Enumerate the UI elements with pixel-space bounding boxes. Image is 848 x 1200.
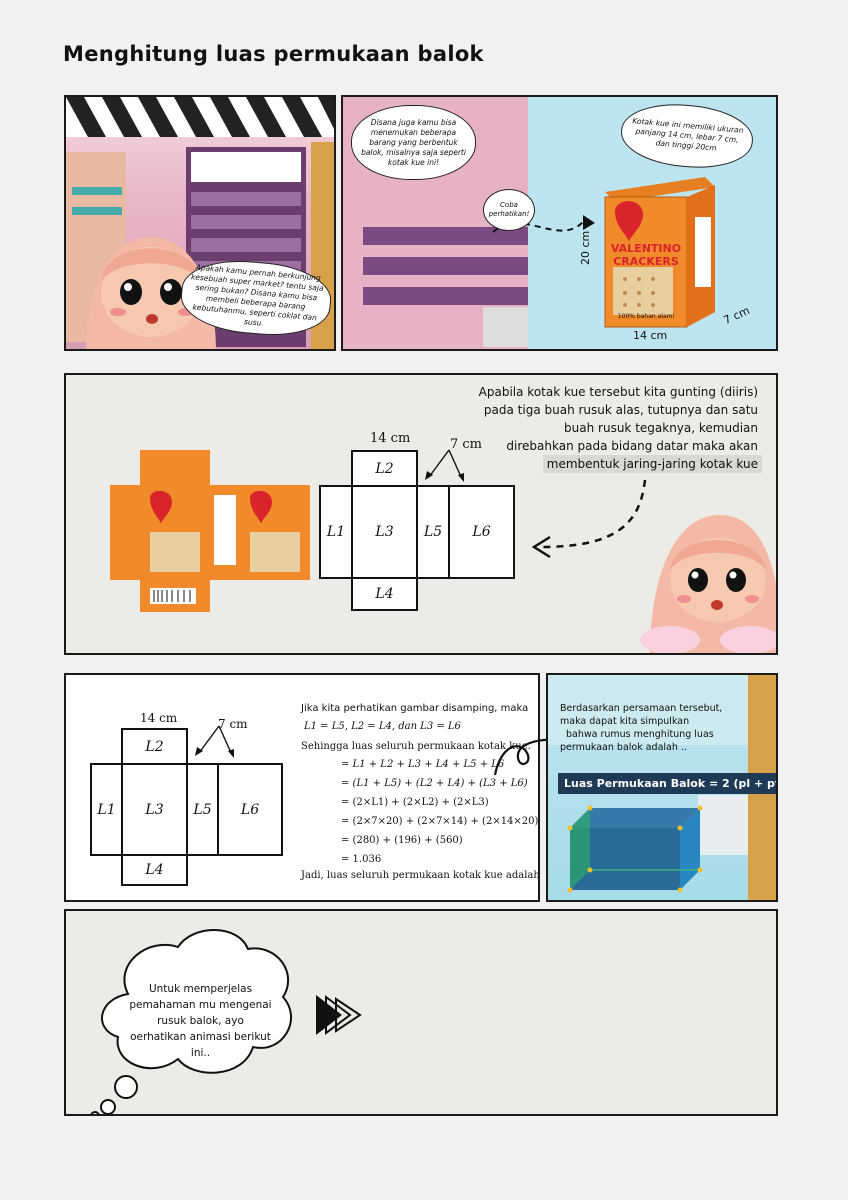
- net-length-label: 14 cm: [370, 431, 411, 446]
- net-length-label: 14 cm: [140, 711, 178, 725]
- net-face-L2: L2: [351, 450, 418, 487]
- surface-area-formula: Luas Permukaan Balok = 2 (pl + pt + lt): [558, 773, 776, 794]
- net-face-L1: L1: [319, 485, 353, 579]
- net-face-L1: L1: [90, 763, 123, 856]
- comic-panel-4: 14 cm 7 cm L2 L1 L3 L5 L6 L4 Jika kita p…: [64, 673, 540, 902]
- calc-step-6: = 1.036: [341, 854, 382, 865]
- comic-panel-2: VALENTINO CRACKERS 100% bahan alami Disa…: [341, 95, 778, 351]
- conclusion-line-3: bahwa rumus menghitung luas: [566, 729, 714, 740]
- box-brand-line-1: VALENTINO: [610, 242, 682, 255]
- explanation-line-2: pada tiga buah rusuk alas, tutupnya dan …: [483, 403, 758, 417]
- box-brand-line-2: CRACKERS: [613, 255, 679, 268]
- calc-step-3: = (2×L1) + (2×L2) + (2×L3): [341, 797, 489, 808]
- net-face-L4: L4: [121, 854, 188, 886]
- conclusion-line-2: maka dapat kita simpulkan: [560, 716, 690, 727]
- calc-step-1: = L1 + L2 + L3 + L4 + L5 + L6: [341, 759, 505, 770]
- calc-conclusion: Jadi, luas seluruh permukaan kotak kue a…: [301, 870, 540, 881]
- net-face-L3: L3: [121, 763, 188, 856]
- calc-step-4: = (2×7×20) + (2×7×14) + (2×14×20): [341, 816, 539, 827]
- pointer-arrows: [425, 449, 464, 482]
- calc-intro: Jika kita perhatikan gambar disamping, m…: [301, 703, 529, 714]
- thought-bubble-text: Untuk memperjelas pemahaman mu mengenai …: [129, 983, 272, 1059]
- girl-pointing-illustration: [531, 479, 776, 653]
- net-face-L6: L6: [448, 485, 515, 579]
- net-face-L5: L5: [186, 763, 219, 856]
- dimension-height-label: 20 cm: [579, 230, 592, 265]
- comic-panel-3: 14 cm 7 cm L2 L1 L3 L5 L6 L4 Apabila kot…: [64, 373, 778, 655]
- calc-relation: L1 = L5, L2 = L4, dan L3 = L6: [304, 721, 461, 732]
- play-arrows-icon[interactable]: [314, 993, 364, 1037]
- comic-panel-6: Untuk memperjelas pemahaman mu mengenai …: [64, 909, 778, 1116]
- pointer-arrows: [195, 725, 234, 758]
- speech-bubble-top: Disana juga kamu bisa menemukan beberapa…: [351, 105, 476, 180]
- comic-panel-5: Berdasarkan persamaan tersebut, maka dap…: [546, 673, 778, 902]
- unfolded-box-illustration: [110, 450, 310, 612]
- calc-step-5: = (280) + (196) + (560): [341, 835, 463, 846]
- speech-bubble-small: Coba perhatikan!: [483, 189, 535, 231]
- box-footer-text: 100% bahan alami: [617, 313, 675, 320]
- explanation-line-5: membentuk jaring-jaring kotak kue: [542, 455, 762, 473]
- dimension-length-label: 14 cm: [633, 329, 668, 342]
- net-face-L4: L4: [351, 577, 418, 611]
- net-face-L3: L3: [351, 485, 418, 579]
- cuboid-diagram: [567, 805, 703, 893]
- explanation-line-4: direbahkan pada bidang datar maka akan: [506, 439, 758, 453]
- explanation-line-3: buah rusuk tegaknya, kemudian: [564, 421, 758, 435]
- comic-panel-1: Apakah kamu pernah berkunjung kesebuah s…: [64, 95, 336, 351]
- conclusion-line-4: permukaan balok adalah ..: [560, 742, 687, 753]
- net-face-L5: L5: [416, 485, 450, 579]
- page-title: Menghitung luas permukaan balok: [63, 42, 484, 66]
- net-face-L2: L2: [121, 728, 188, 765]
- explanation-line-1: Apabila kotak kue tersebut kita gunting …: [478, 385, 758, 399]
- net-face-L6: L6: [217, 763, 283, 856]
- conclusion-line-1: Berdasarkan persamaan tersebut,: [560, 703, 723, 714]
